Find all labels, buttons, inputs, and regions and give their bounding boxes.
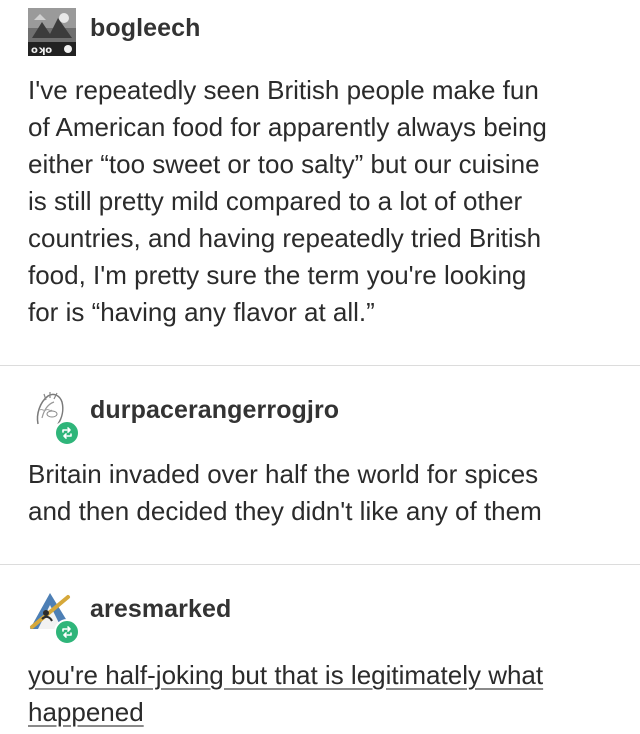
post-body-line: you're half-joking but that is legitimat…: [28, 660, 544, 690]
svg-text:oʞo: oʞo: [31, 45, 52, 56]
post-aresmarked: aresmarked you're half-joking but that i…: [0, 565, 640, 734]
post-body-line: and then decided they didn't like any of…: [28, 496, 542, 526]
post-body-line: is still pretty mild compared to a lot o…: [28, 186, 523, 216]
username[interactable]: durpacerangerrogjro: [90, 396, 339, 425]
post-body-line: of American food for apparently always b…: [28, 112, 547, 142]
reblog-icon: [54, 619, 80, 645]
post-body-line: either “too sweet or too salty” but our …: [28, 149, 540, 179]
post-body: Britain invaded over half the world for …: [28, 456, 628, 530]
username[interactable]: aresmarked: [90, 595, 231, 624]
post-body-line: for is “having any flavor at all.”: [28, 297, 375, 327]
post-body-line: I've repeatedly seen British people make…: [28, 75, 539, 105]
post-body: I've repeatedly seen British people make…: [28, 72, 628, 331]
post-body-line: countries, and having repeatedly tried B…: [28, 223, 542, 253]
post-bogleech: oʞo bogleech I've repeatedly seen Britis…: [0, 0, 640, 365]
username[interactable]: bogleech: [90, 14, 201, 43]
post-body: you're half-joking but that is legitimat…: [28, 657, 628, 731]
reblog-icon: [54, 420, 80, 446]
post-durpacerangerrogjro: durpacerangerrogjro Britain invaded over…: [0, 366, 640, 564]
post-body-line: food, I'm pretty sure the term you're lo…: [28, 260, 527, 290]
post-body-line: happened: [28, 697, 144, 727]
post-body-line: Britain invaded over half the world for …: [28, 459, 539, 489]
photo-avatar-icon[interactable]: oʞo: [28, 8, 76, 56]
